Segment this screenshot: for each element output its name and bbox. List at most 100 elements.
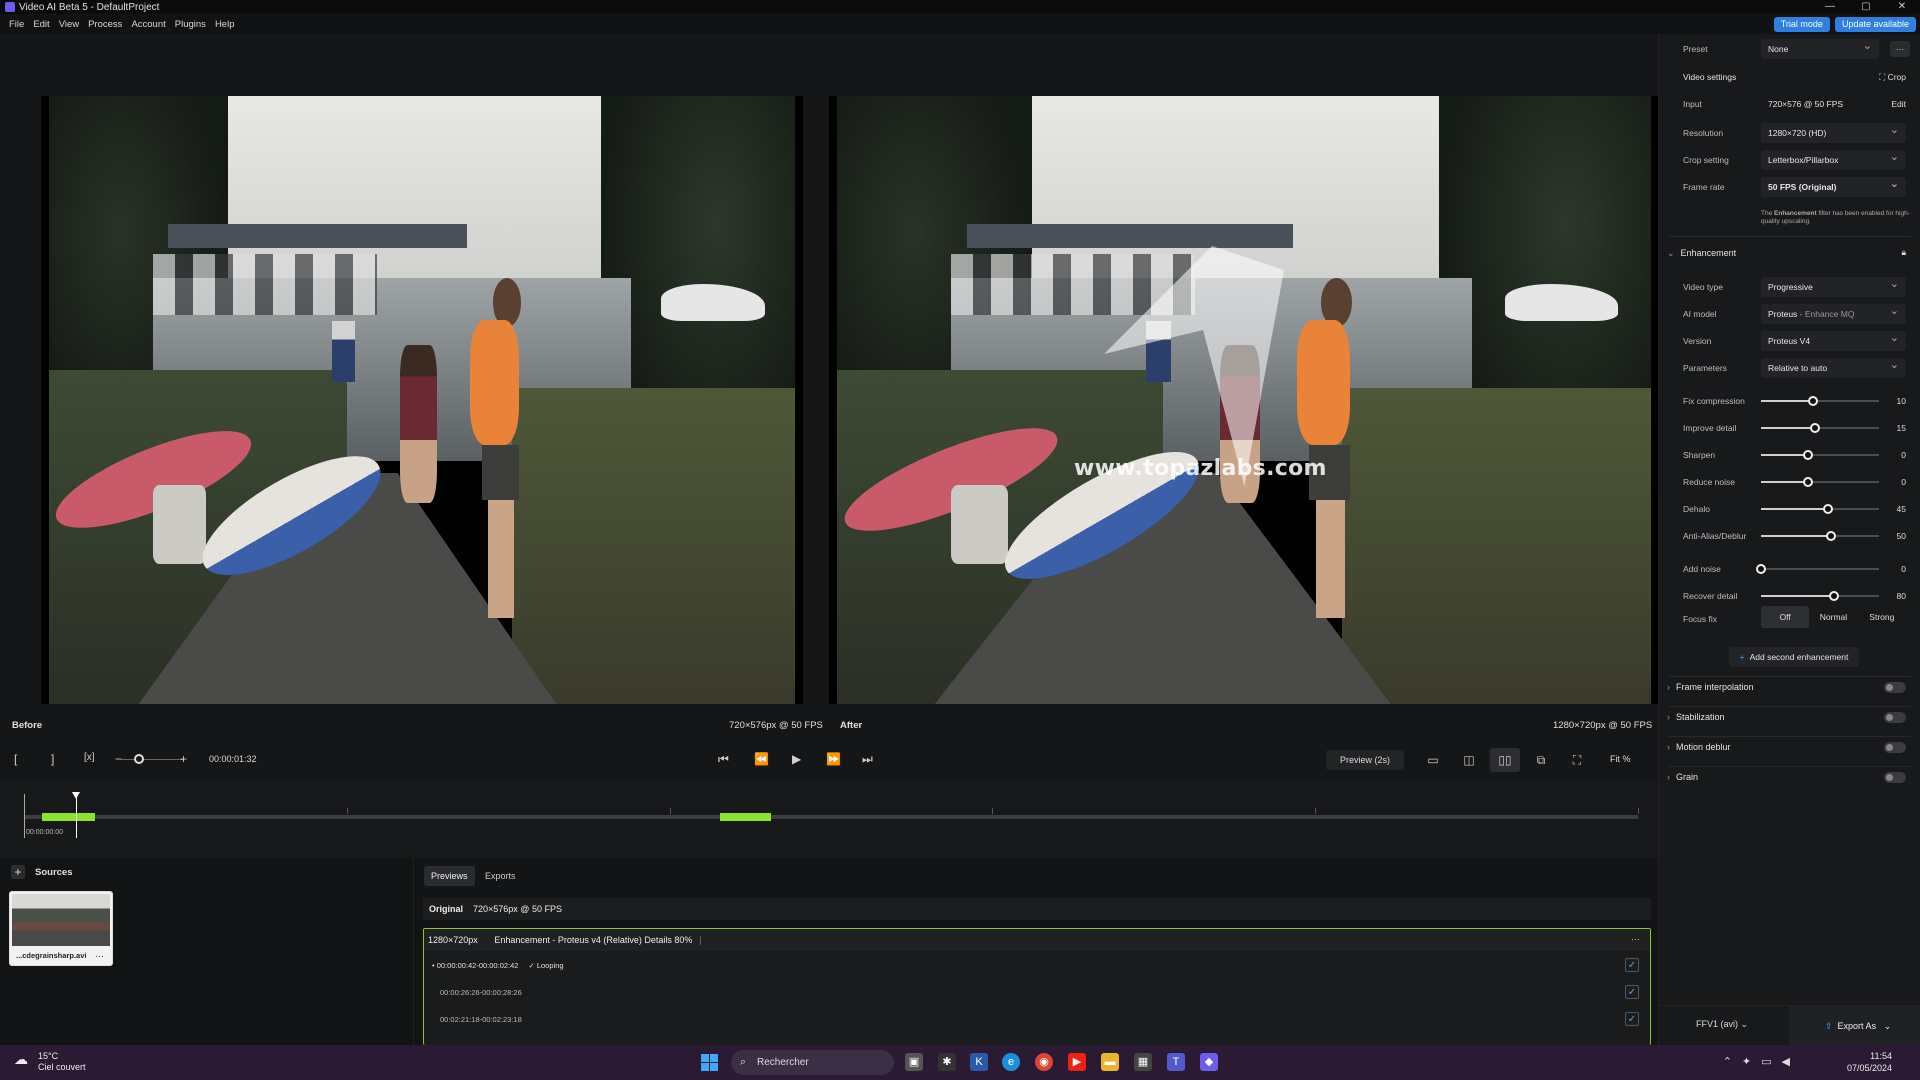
step-back-icon[interactable]: ⏪ (754, 752, 769, 766)
taskbar-search[interactable]: ⌕ Rechercher (731, 1050, 894, 1075)
file-explorer-icon[interactable]: ▬ (1101, 1053, 1119, 1071)
skip-to-end-icon[interactable]: ⏭ (862, 752, 873, 767)
zoom-in-button[interactable]: + (180, 752, 187, 766)
stabilization-section[interactable]: › Stabilization (1667, 712, 1725, 722)
update-available-badge[interactable]: Update available (1834, 17, 1916, 32)
menu-account[interactable]: Account (131, 19, 165, 30)
close-button[interactable]: ✕ (1884, 0, 1920, 14)
frame-interpolation-section[interactable]: › Frame interpolation (1667, 682, 1754, 692)
timeline-track[interactable] (24, 815, 1638, 819)
tray-chevron-icon[interactable]: ⌃ (1723, 1055, 1732, 1068)
ai-model-dropdown[interactable]: Proteus - Enhance MQ (1761, 301, 1906, 324)
weather-widget[interactable]: ☁ 15°C Ciel couvert (14, 1051, 86, 1073)
chrome-icon[interactable]: ◉ (1035, 1053, 1053, 1071)
app-icon-1[interactable]: ✱ (938, 1053, 956, 1071)
teams-icon[interactable]: T (1167, 1053, 1185, 1071)
motion-deblur-section[interactable]: › Motion deblur (1667, 742, 1731, 752)
mark-in-button[interactable]: [ (14, 752, 17, 766)
preset-dropdown[interactable]: None (1761, 36, 1879, 59)
grain-section[interactable]: › Grain (1667, 772, 1698, 782)
slider-handle[interactable] (1823, 504, 1834, 514)
playhead[interactable] (71, 792, 80, 838)
volume-icon[interactable]: ◀ (1782, 1055, 1790, 1068)
side-by-side-view-icon[interactable]: ▯▯ (1490, 748, 1520, 772)
frame-interpolation-toggle[interactable] (1884, 682, 1906, 693)
slider-handle[interactable] (1807, 396, 1818, 406)
source-more-button[interactable]: ··· (95, 951, 104, 961)
export-as-button[interactable]: ⇪ Export As ⌄ (1789, 1006, 1920, 1046)
range-checkbox[interactable]: ✓ (1625, 985, 1639, 999)
menu-file[interactable]: File (9, 19, 24, 30)
network-icon[interactable]: ▭ (1761, 1055, 1771, 1068)
add-second-enhancement-button[interactable]: + Add second enhancement (1729, 647, 1859, 667)
anti-alias-deblur-slider[interactable] (1761, 531, 1879, 541)
play-icon[interactable]: ▶ (792, 752, 801, 766)
grain-toggle[interactable] (1884, 772, 1906, 783)
enhancement-section-header[interactable]: ⌄ Enhancement (1667, 248, 1736, 259)
focus-fix-segmented[interactable]: Off Normal Strong (1761, 606, 1906, 628)
topaz-video-ai-icon[interactable]: ◆ (1200, 1053, 1218, 1071)
sharpen-slider[interactable] (1761, 450, 1879, 460)
windows-start-icon[interactable] (701, 1054, 718, 1071)
youtube-icon[interactable]: ▶ (1068, 1053, 1086, 1071)
menu-help[interactable]: Help (215, 19, 235, 30)
video-type-dropdown[interactable]: Progressive (1761, 274, 1906, 297)
slider-handle[interactable] (1803, 450, 1814, 460)
lock-icon[interactable]: 🔒︎ (1901, 247, 1906, 258)
codec-dropdown[interactable]: FFV1 (avi) ⌄ (1696, 1019, 1748, 1030)
skip-to-start-icon[interactable]: ⏮ (718, 752, 729, 767)
range-checkbox[interactable]: ✓ (1625, 1012, 1639, 1026)
parameters-dropdown[interactable]: Relative to auto (1761, 355, 1906, 378)
version-dropdown[interactable]: Proteus V4 (1761, 328, 1906, 351)
add-noise-slider[interactable] (1756, 564, 1879, 574)
single-view-icon[interactable]: ▭ (1418, 748, 1448, 772)
tab-previews[interactable]: Previews (424, 866, 475, 886)
preview-job-card[interactable]: 1280×720px Enhancement - Proteus v4 (Rel… (423, 928, 1651, 1045)
slider-handle[interactable] (1825, 531, 1836, 541)
preview-range-row[interactable]: 00:00:26:26-00:00:28:26 (440, 988, 522, 997)
original-row[interactable]: Original 720×576px @ 50 FPS (423, 898, 1651, 920)
menu-view[interactable]: View (59, 19, 79, 30)
maximize-button[interactable]: ▢ (1848, 0, 1884, 14)
preview-range-segment[interactable] (41, 813, 95, 821)
edge-icon[interactable]: e (1002, 1053, 1020, 1071)
clear-marks-button[interactable]: [x] (84, 752, 95, 763)
slider-handle[interactable] (1803, 477, 1814, 487)
before-video[interactable] (41, 96, 803, 704)
input-edit-button[interactable]: Edit (1891, 99, 1906, 109)
recover-detail-slider[interactable] (1761, 591, 1879, 601)
zoom-fit-dropdown[interactable]: Fit % (1610, 754, 1631, 764)
preview-range-row[interactable]: 00:02:21:18-00:02:23:18 (440, 1015, 522, 1024)
focus-fix-normal[interactable]: Normal (1809, 606, 1857, 628)
resolution-dropdown[interactable]: 1280×720 (HD) (1761, 120, 1906, 143)
range-checkbox[interactable]: ✓ (1625, 958, 1639, 972)
app-icon-2[interactable]: K (970, 1053, 988, 1071)
tray-app-icon[interactable]: ✦ (1742, 1055, 1751, 1068)
menu-process[interactable]: Process (88, 19, 122, 30)
job-more-button[interactable]: ··· (1631, 929, 1640, 949)
preview-range-segment[interactable] (719, 813, 772, 821)
store-icon[interactable]: ▦ (1134, 1053, 1152, 1071)
menu-plugins[interactable]: Plugins (175, 19, 206, 30)
add-source-button[interactable]: + (11, 865, 25, 879)
stacked-view-icon[interactable]: ⧉ (1526, 748, 1556, 772)
crop-button[interactable]: ⛶ Crop (1879, 72, 1906, 83)
timeline[interactable]: 00:00:00:00 (0, 780, 1658, 858)
taskbar-clock[interactable]: 11:54 07/05/2024 (1847, 1050, 1892, 1074)
after-video[interactable]: www.topazlabs.com (829, 96, 1659, 704)
source-thumbnail[interactable]: ...cdegrainsharp.avi ··· (9, 891, 113, 966)
zoom-slider-handle[interactable] (134, 754, 144, 764)
slider-handle[interactable] (1829, 591, 1840, 601)
preview-duration-button[interactable]: Preview (2s) (1326, 750, 1404, 770)
slider-handle[interactable] (1756, 564, 1766, 574)
frame-rate-dropdown[interactable]: 50 FPS (Original) (1761, 174, 1906, 197)
tab-exports[interactable]: Exports (478, 866, 523, 886)
reduce-noise-slider[interactable] (1761, 477, 1879, 487)
focus-fix-strong[interactable]: Strong (1858, 606, 1906, 628)
minimize-button[interactable]: — (1812, 0, 1848, 14)
fix-compression-slider[interactable] (1761, 396, 1879, 406)
menu-edit[interactable]: Edit (33, 19, 49, 30)
focus-fix-off[interactable]: Off (1761, 606, 1810, 628)
preset-more-button[interactable]: ··· (1890, 41, 1910, 57)
task-view-icon[interactable]: ▣ (905, 1053, 923, 1071)
